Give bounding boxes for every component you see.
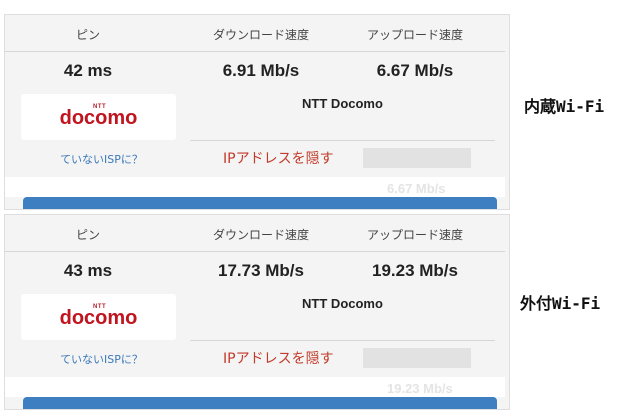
divider: [190, 340, 495, 341]
action-button[interactable]: [23, 397, 497, 409]
download-value: 17.73 Mb/s: [218, 261, 304, 280]
isp-logo-word: docomo: [59, 107, 138, 129]
result-header-row: ピン ダウンロード速度 アップロード速度: [5, 15, 505, 52]
download-value: 6.91 Mb/s: [222, 61, 300, 80]
builtin-wifi-label: 内蔵Wi-Fi: [524, 97, 605, 116]
action-button[interactable]: [23, 197, 497, 209]
speedtest-result-panel-external: ピン ダウンロード速度 アップロード速度 43 ms 17.73 Mb/s 19…: [4, 214, 510, 410]
ping-value: 42 ms: [63, 61, 113, 80]
ping-label: ピン: [75, 228, 100, 242]
ip-address-redacted: [363, 348, 471, 368]
divider: [190, 140, 495, 141]
upload-label: アップロード速度: [366, 228, 463, 242]
faded-upload-value: 6.67 Mb/s: [387, 181, 446, 196]
ip-address-redacted: [363, 148, 471, 168]
wrong-isp-link[interactable]: ていないISPに？: [19, 351, 184, 367]
hide-ip-button[interactable]: IPアドレスを隠す: [223, 348, 334, 368]
result-header-row: ピン ダウンロード速度 アップロード速度: [5, 215, 505, 252]
external-wifi-label: 外付Wi-Fi: [520, 294, 601, 313]
wrong-isp-link[interactable]: ていないISPに？: [19, 151, 184, 167]
page: ピン ダウンロード速度 アップロード速度 42 ms 6.91 Mb/s 6.6…: [0, 0, 624, 410]
isp-logo-word: docomo: [59, 307, 138, 329]
download-label: ダウンロード速度: [212, 28, 309, 42]
isp-name: NTT Docomo: [302, 296, 383, 311]
hide-ip-button[interactable]: IPアドレスを隠す: [223, 148, 334, 168]
upload-value: 6.67 Mb/s: [376, 61, 454, 80]
isp-name: NTT Docomo: [302, 96, 383, 111]
upload-value: 19.23 Mb/s: [372, 261, 458, 280]
download-label: ダウンロード速度: [212, 228, 309, 242]
isp-logo: NTT docomo: [21, 94, 176, 140]
faded-upload-value: 19.23 Mb/s: [387, 381, 453, 396]
ping-label: ピン: [75, 28, 100, 42]
upload-label: アップロード速度: [366, 28, 463, 42]
ping-value: 43 ms: [63, 261, 113, 280]
isp-logo: NTT docomo: [21, 294, 176, 340]
speedtest-result-panel-builtin: ピン ダウンロード速度 アップロード速度 42 ms 6.91 Mb/s 6.6…: [4, 14, 510, 210]
